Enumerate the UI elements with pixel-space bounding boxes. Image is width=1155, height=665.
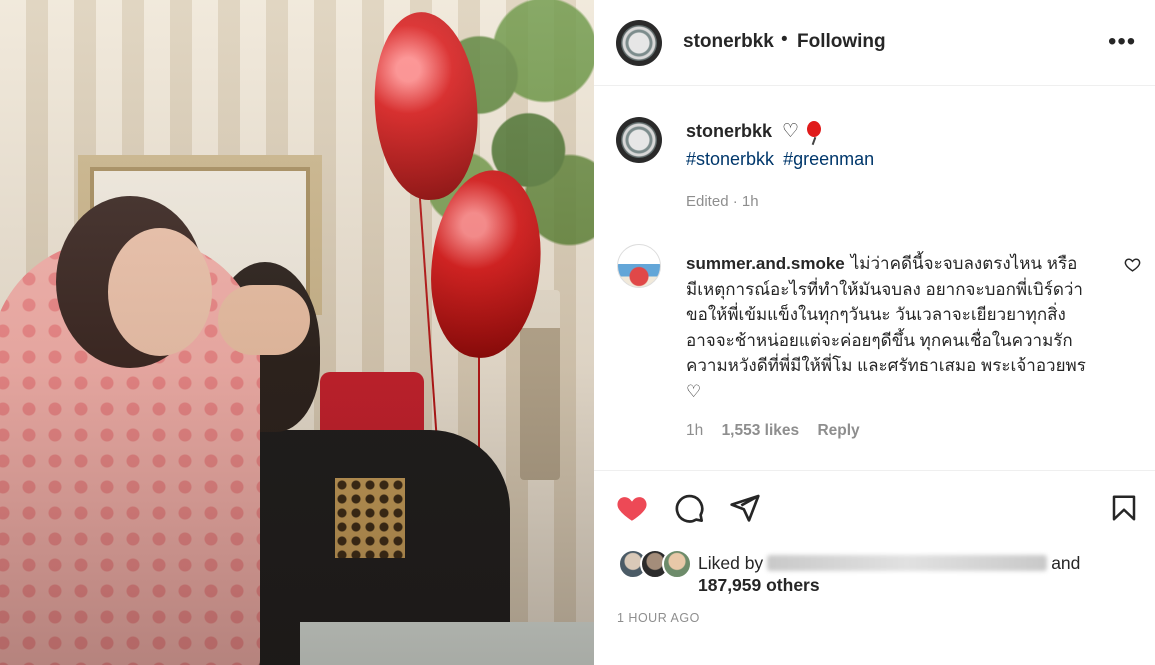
- avatar: [662, 549, 692, 579]
- more-options-icon[interactable]: •••: [1108, 30, 1136, 54]
- comment-button[interactable]: [671, 490, 707, 526]
- header-separator: •: [781, 29, 788, 50]
- comment-text: ไม่ว่าคดีนี้จะจบลงตรงไหน หรือมีเหตุการณ์…: [686, 254, 1086, 401]
- comment-likes[interactable]: 1,553 likes: [722, 422, 800, 439]
- comment-time: 1h: [686, 422, 704, 439]
- share-button[interactable]: [727, 490, 763, 526]
- divider: [594, 470, 1155, 471]
- caption-avatar[interactable]: [616, 117, 662, 163]
- post-photo[interactable]: [0, 0, 594, 665]
- share-icon: [730, 494, 760, 522]
- blurred-username[interactable]: [767, 555, 1048, 571]
- following-button[interactable]: Following: [797, 31, 886, 53]
- liked-by-avatars[interactable]: [618, 549, 692, 579]
- bookmark-icon: [1112, 495, 1136, 521]
- heart-filled-icon: [617, 497, 647, 521]
- reply-button[interactable]: Reply: [817, 422, 859, 439]
- post-header: stonerbkk • Following •••: [594, 0, 1155, 86]
- header-username[interactable]: stonerbkk: [683, 31, 774, 53]
- comment-body: summer.and.smoke ไม่ว่าคดีนี้จะจบลงตรงไหน…: [686, 251, 1086, 404]
- comment-icon: [675, 494, 704, 523]
- profile-avatar[interactable]: [616, 20, 662, 66]
- edited-timestamp: Edited · 1h: [686, 193, 759, 210]
- heart-emoji: ♡: [782, 121, 800, 142]
- liked-by-suffix: and: [1051, 553, 1081, 573]
- commenter-username[interactable]: summer.and.smoke: [686, 254, 845, 273]
- post-side-panel: stonerbkk • Following ••• stonerbkk ♡ #s…: [594, 0, 1155, 665]
- save-button[interactable]: [1106, 490, 1142, 526]
- caption-username[interactable]: stonerbkk: [686, 121, 772, 142]
- profile-logo-icon: [621, 122, 657, 158]
- hashtag-link[interactable]: #greenman: [783, 149, 874, 169]
- photo-shading: [0, 0, 594, 665]
- comment-meta: 1h 1,553 likes Reply: [686, 422, 874, 440]
- commenter-avatar[interactable]: [617, 244, 661, 288]
- comment-like-icon[interactable]: [1124, 256, 1141, 273]
- caption-hashtags: #stonerbkk #greenman: [686, 149, 878, 170]
- liked-by-text: Liked by and: [698, 551, 1080, 575]
- balloon-emoji-icon: [807, 121, 821, 137]
- liked-by-prefix: Liked by: [698, 553, 764, 573]
- post-timestamp[interactable]: 1 HOUR AGO: [617, 611, 700, 625]
- profile-logo-icon: [621, 25, 657, 61]
- likes-count[interactable]: 187,959 others: [698, 575, 820, 596]
- like-button[interactable]: [614, 490, 650, 526]
- hashtag-link[interactable]: #stonerbkk: [686, 149, 774, 169]
